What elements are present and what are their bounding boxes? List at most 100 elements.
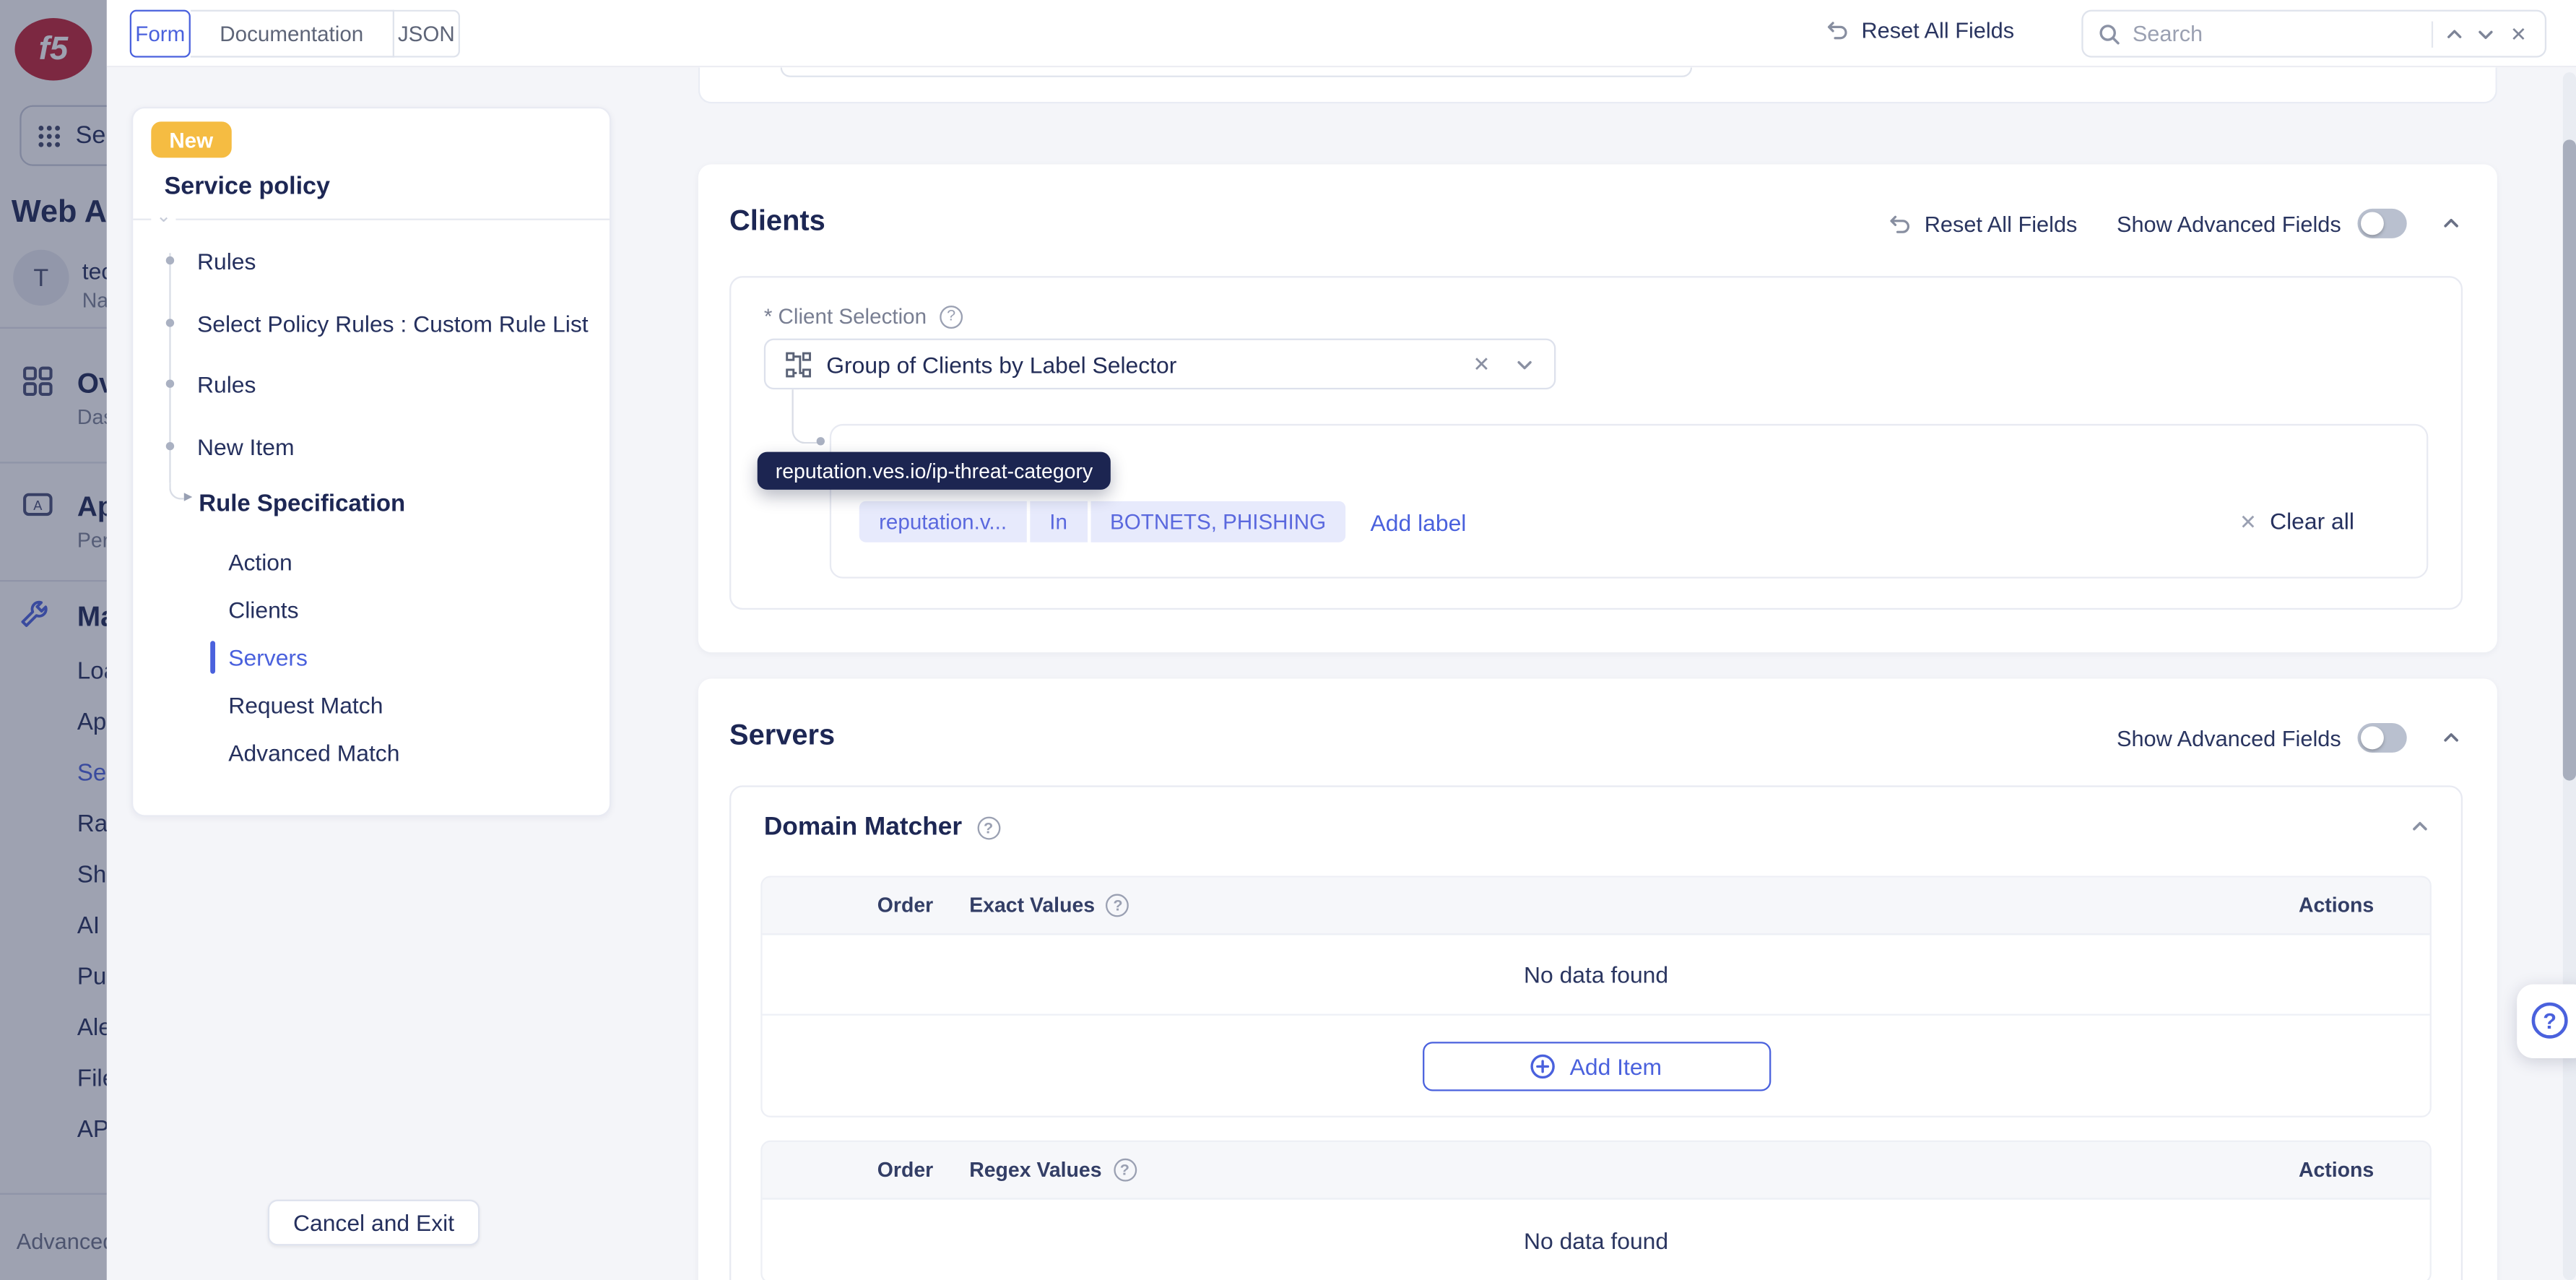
client-selection-label-text: * Client Selection: [764, 304, 927, 329]
add-item-button[interactable]: Add Item: [1422, 1041, 1770, 1090]
help-icon: ?: [2532, 1003, 2568, 1039]
nav-item-action[interactable]: Action: [228, 549, 292, 575]
search-input[interactable]: [2133, 22, 2420, 46]
search-box: ✕: [2081, 10, 2546, 58]
connector-dot: [817, 437, 825, 445]
reset-all-fields-label: Reset All Fields: [1861, 18, 2014, 43]
collapse-section-icon[interactable]: [2442, 214, 2461, 233]
tree-bullet: [166, 442, 174, 450]
column-regex-values-text: Regex Values: [969, 1159, 1101, 1182]
client-selection-dropdown[interactable]: Group of Clients by Label Selector ✕: [764, 339, 1556, 390]
help-icon[interactable]: ?: [940, 305, 963, 328]
regex-values-table: Order Regex Values ? Actions No data fou…: [760, 1141, 2432, 1280]
tab-documentation[interactable]: Documentation: [191, 10, 394, 58]
label-key-chip[interactable]: reputation.v...: [859, 501, 1027, 542]
domain-matcher-title-text: Domain Matcher: [764, 813, 962, 843]
cancel-and-exit-button[interactable]: Cancel and Exit: [268, 1200, 480, 1246]
empty-state: No data found: [763, 935, 2430, 1015]
help-button[interactable]: ?: [2517, 985, 2576, 1058]
nav-item-select-policy-rules[interactable]: Select Policy Rules : Custom Rule List: [197, 311, 589, 337]
label-operator-chip[interactable]: In: [1030, 501, 1087, 542]
tab-form[interactable]: Form: [130, 10, 191, 58]
column-actions: Actions: [2299, 1159, 2374, 1182]
panel-topbar: Form Documentation JSON Reset All Fields: [107, 0, 2576, 67]
chevron-down-icon[interactable]: [1514, 354, 1534, 373]
dropdown-value: Group of Clients by Label Selector: [826, 351, 1448, 377]
dropdown-clear-icon[interactable]: ✕: [1463, 352, 1500, 376]
view-tabs: Form Documentation JSON: [130, 10, 460, 58]
sidebar-dim-overlay: [0, 0, 107, 1280]
domain-matcher-group: Domain Matcher ? Order Exact Values ? Ac…: [729, 785, 2463, 1280]
nav-item-advanced-match[interactable]: Advanced Match: [228, 740, 399, 766]
show-advanced-fields-label: Show Advanced Fields: [2117, 211, 2341, 235]
nav-item-servers[interactable]: Servers: [228, 644, 308, 670]
nested-field-connector: [792, 389, 822, 444]
label-expression: reputation.v... In BOTNETS, PHISHING Add…: [859, 501, 1467, 542]
column-order: Order: [877, 894, 933, 917]
show-advanced-fields-toggle[interactable]: [2357, 723, 2406, 753]
empty-state: No data found: [763, 1200, 2430, 1280]
column-order: Order: [877, 1159, 933, 1182]
nav-item-rules-2[interactable]: Rules: [197, 371, 256, 397]
exact-values-table: Order Exact Values ? Actions No data fou…: [760, 876, 2432, 1117]
nav-item-rule-specification[interactable]: Rule Specification: [199, 491, 405, 517]
search-close-icon[interactable]: ✕: [2507, 22, 2530, 46]
plus-circle-icon: [1530, 1052, 1556, 1078]
chevron-up-icon[interactable]: [2445, 24, 2464, 43]
new-badge: New: [151, 121, 231, 157]
form-nav-card: New Service policy ⌄ Rules Select Policy…: [131, 107, 611, 817]
clear-all-button[interactable]: ✕ Clear all: [2239, 508, 2354, 534]
clients-reset-all-fields-button[interactable]: Reset All Fields: [1888, 211, 2078, 235]
divider: [2432, 20, 2433, 46]
toggle-knob: [2361, 212, 2384, 235]
add-label-link[interactable]: Add label: [1371, 509, 1467, 535]
tree-connector-elbow: [169, 483, 183, 500]
show-advanced-fields-toggle[interactable]: [2357, 209, 2406, 238]
nav-item-clients[interactable]: Clients: [228, 597, 298, 623]
undo-arrow-icon: [1825, 18, 1849, 43]
nav-item-request-match[interactable]: Request Match: [228, 692, 383, 718]
clear-all-label: Clear all: [2270, 508, 2354, 534]
collapse-section-icon[interactable]: [2410, 817, 2429, 836]
reset-all-fields-button[interactable]: Reset All Fields: [1825, 18, 2014, 43]
domain-matcher-title: Domain Matcher ?: [764, 813, 1000, 843]
tab-json[interactable]: JSON: [394, 10, 460, 58]
active-item-indicator: [210, 641, 215, 673]
nav-item-rules-1[interactable]: Rules: [197, 248, 256, 274]
column-exact-values-text: Exact Values: [969, 894, 1095, 917]
previous-section-field: [781, 67, 1693, 77]
tree-bullet: [166, 319, 174, 327]
column-actions: Actions: [2299, 894, 2374, 917]
table-header: Order Regex Values ? Actions: [763, 1142, 2430, 1200]
help-icon[interactable]: ?: [977, 817, 1000, 840]
toggle-knob: [2361, 727, 2384, 750]
column-exact-values: Exact Values ?: [969, 894, 1129, 917]
scrollbar-thumb[interactable]: [2563, 139, 2576, 780]
column-regex-values: Regex Values ?: [969, 1159, 1136, 1182]
screen: f5 Sele Web Ap T tec Nam Ove: [0, 0, 2576, 1280]
label-values-chip[interactable]: BOTNETS, PHISHING: [1090, 501, 1346, 542]
clients-section-title: Clients: [729, 204, 825, 238]
table-header: Order Exact Values ? Actions: [763, 878, 2430, 935]
add-item-label: Add Item: [1570, 1052, 1662, 1078]
clear-all-icon: ✕: [2239, 509, 2257, 533]
tree-bullet: [166, 256, 174, 264]
previous-section-card: [698, 67, 2497, 103]
divider: [133, 219, 610, 220]
collapse-section-icon[interactable]: [2442, 728, 2461, 748]
undo-arrow-icon: [1888, 211, 1913, 235]
show-advanced-fields-label: Show Advanced Fields: [2117, 725, 2341, 750]
help-icon[interactable]: ?: [1113, 1159, 1136, 1182]
label-selector-icon: [785, 351, 811, 377]
chevron-down-icon[interactable]: [2476, 24, 2495, 43]
nav-item-new-item[interactable]: New Item: [197, 434, 295, 460]
servers-header-controls: Show Advanced Fields: [2117, 722, 2461, 754]
clients-reset-label: Reset All Fields: [1925, 211, 2078, 235]
search-icon: [2098, 22, 2121, 46]
form-title: Service policy: [164, 173, 330, 201]
collapse-caret-icon[interactable]: ⌄: [151, 207, 176, 229]
client-selection-label: * Client Selection ?: [764, 304, 963, 329]
tree-bullet: [166, 380, 174, 388]
clients-header-controls: Reset All Fields Show Advanced Fields: [1888, 207, 2461, 240]
help-icon[interactable]: ?: [1106, 894, 1129, 917]
